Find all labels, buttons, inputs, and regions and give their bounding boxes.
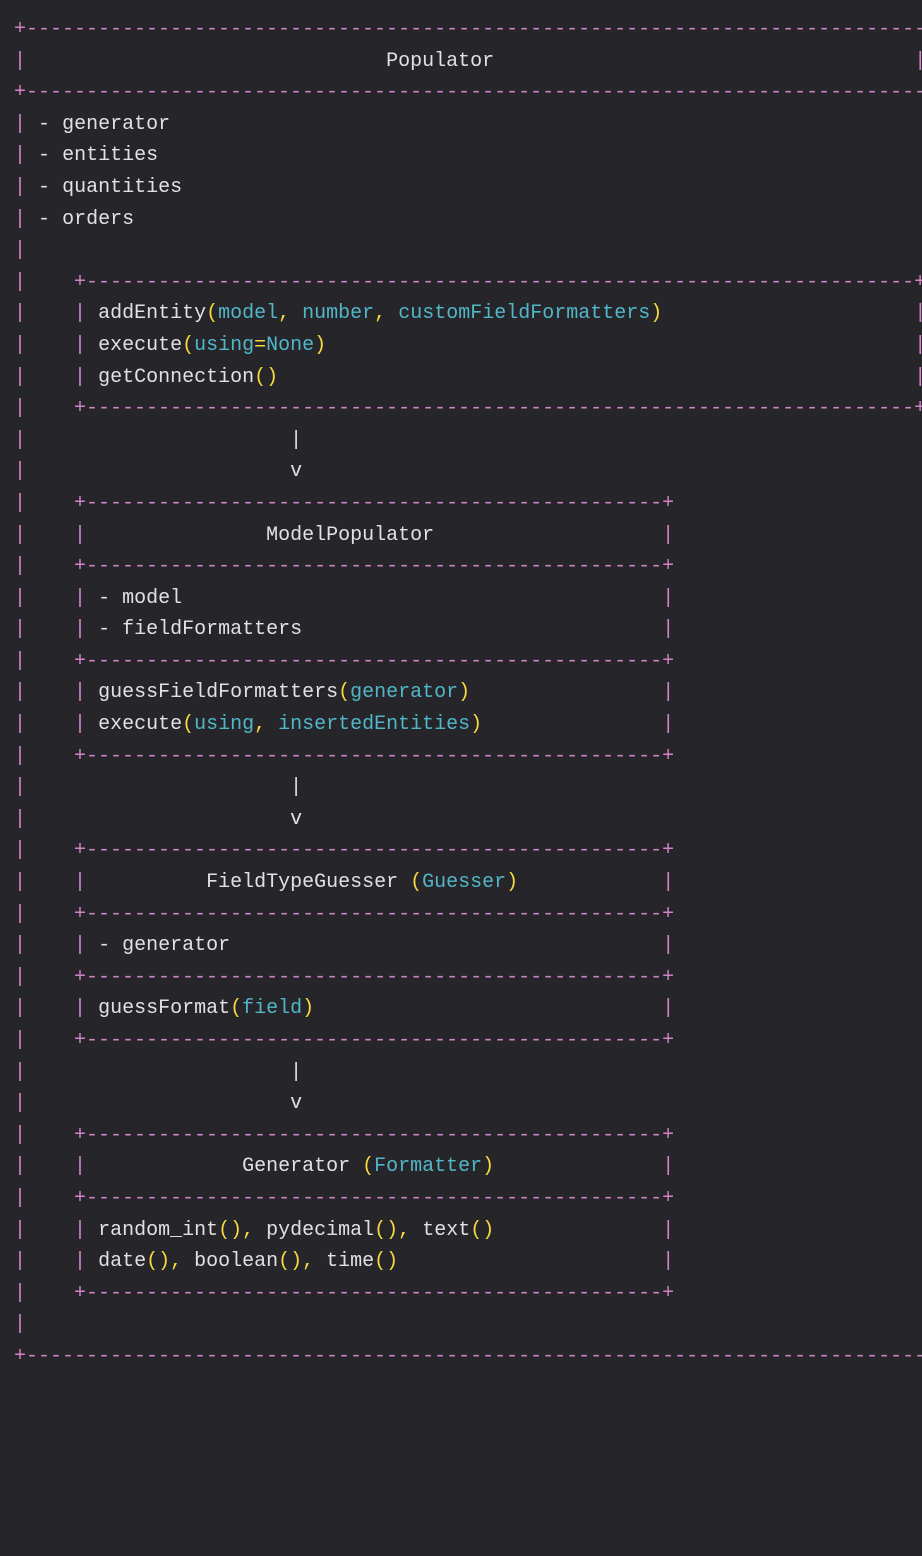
arrow-shaft: | (290, 429, 302, 452)
attr-fieldformatters: fieldFormatters (122, 618, 302, 641)
class-title-generator: Generator (242, 1155, 350, 1178)
method-execute-modelpopulator: execute (98, 713, 182, 736)
method-pydecimal: pydecimal (266, 1219, 374, 1242)
class-title-populator: Populator (386, 50, 494, 73)
method-addentity: addEntity (98, 302, 206, 325)
method-guessfieldformatters: guessFieldFormatters (98, 681, 338, 704)
method-date: date (98, 1250, 146, 1273)
method-boolean: boolean (194, 1250, 278, 1273)
method-guessformat: guessFormat (98, 997, 230, 1020)
attr-orders: orders (62, 208, 134, 231)
attr-quantities: quantities (62, 176, 182, 199)
attr-model: model (122, 587, 182, 610)
method-getconnection: getConnection (98, 366, 254, 389)
attr-generator: generator (62, 113, 170, 136)
box-top: +---------------------------------------… (14, 18, 922, 41)
attr-ftg-generator: generator (122, 934, 230, 957)
ascii-class-diagram: +---------------------------------------… (0, 0, 922, 1387)
attr-entities: entities (62, 144, 158, 167)
method-random-int: random_int (98, 1219, 218, 1242)
class-title-modelpopulator: ModelPopulator (266, 524, 434, 547)
box-bottom: +---------------------------------------… (14, 1345, 922, 1368)
method-time: time (326, 1250, 374, 1273)
class-title-fieldtypeguesser: FieldTypeGuesser (206, 871, 398, 894)
arrow-head: v (290, 460, 302, 483)
method-text: text (422, 1219, 470, 1242)
method-execute-populator: execute (98, 334, 182, 357)
